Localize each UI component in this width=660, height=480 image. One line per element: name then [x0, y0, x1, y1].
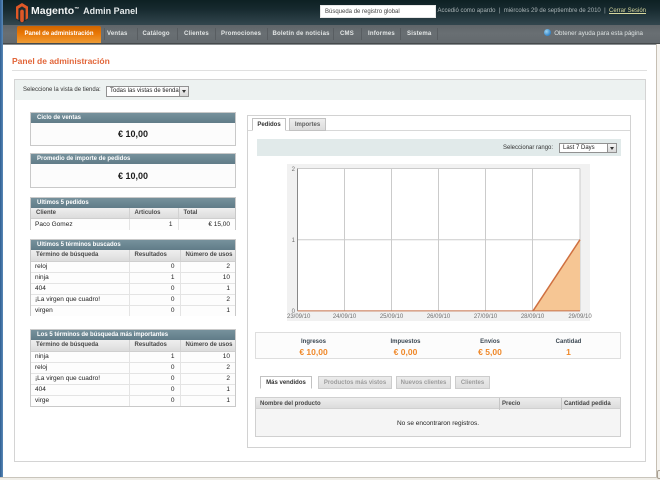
svg-text:27/09/10: 27/09/10: [474, 314, 498, 320]
svg-text:29/09/10: 29/09/10: [568, 314, 592, 320]
svg-text:26/09/10: 26/09/10: [427, 314, 451, 320]
svg-text:2: 2: [292, 167, 296, 173]
svg-text:23/09/10: 23/09/10: [287, 314, 311, 320]
svg-text:28/09/10: 28/09/10: [521, 314, 545, 320]
svg-text:1: 1: [292, 238, 296, 244]
svg-text:25/09/10: 25/09/10: [380, 314, 404, 320]
svg-text:24/09/10: 24/09/10: [333, 314, 357, 320]
